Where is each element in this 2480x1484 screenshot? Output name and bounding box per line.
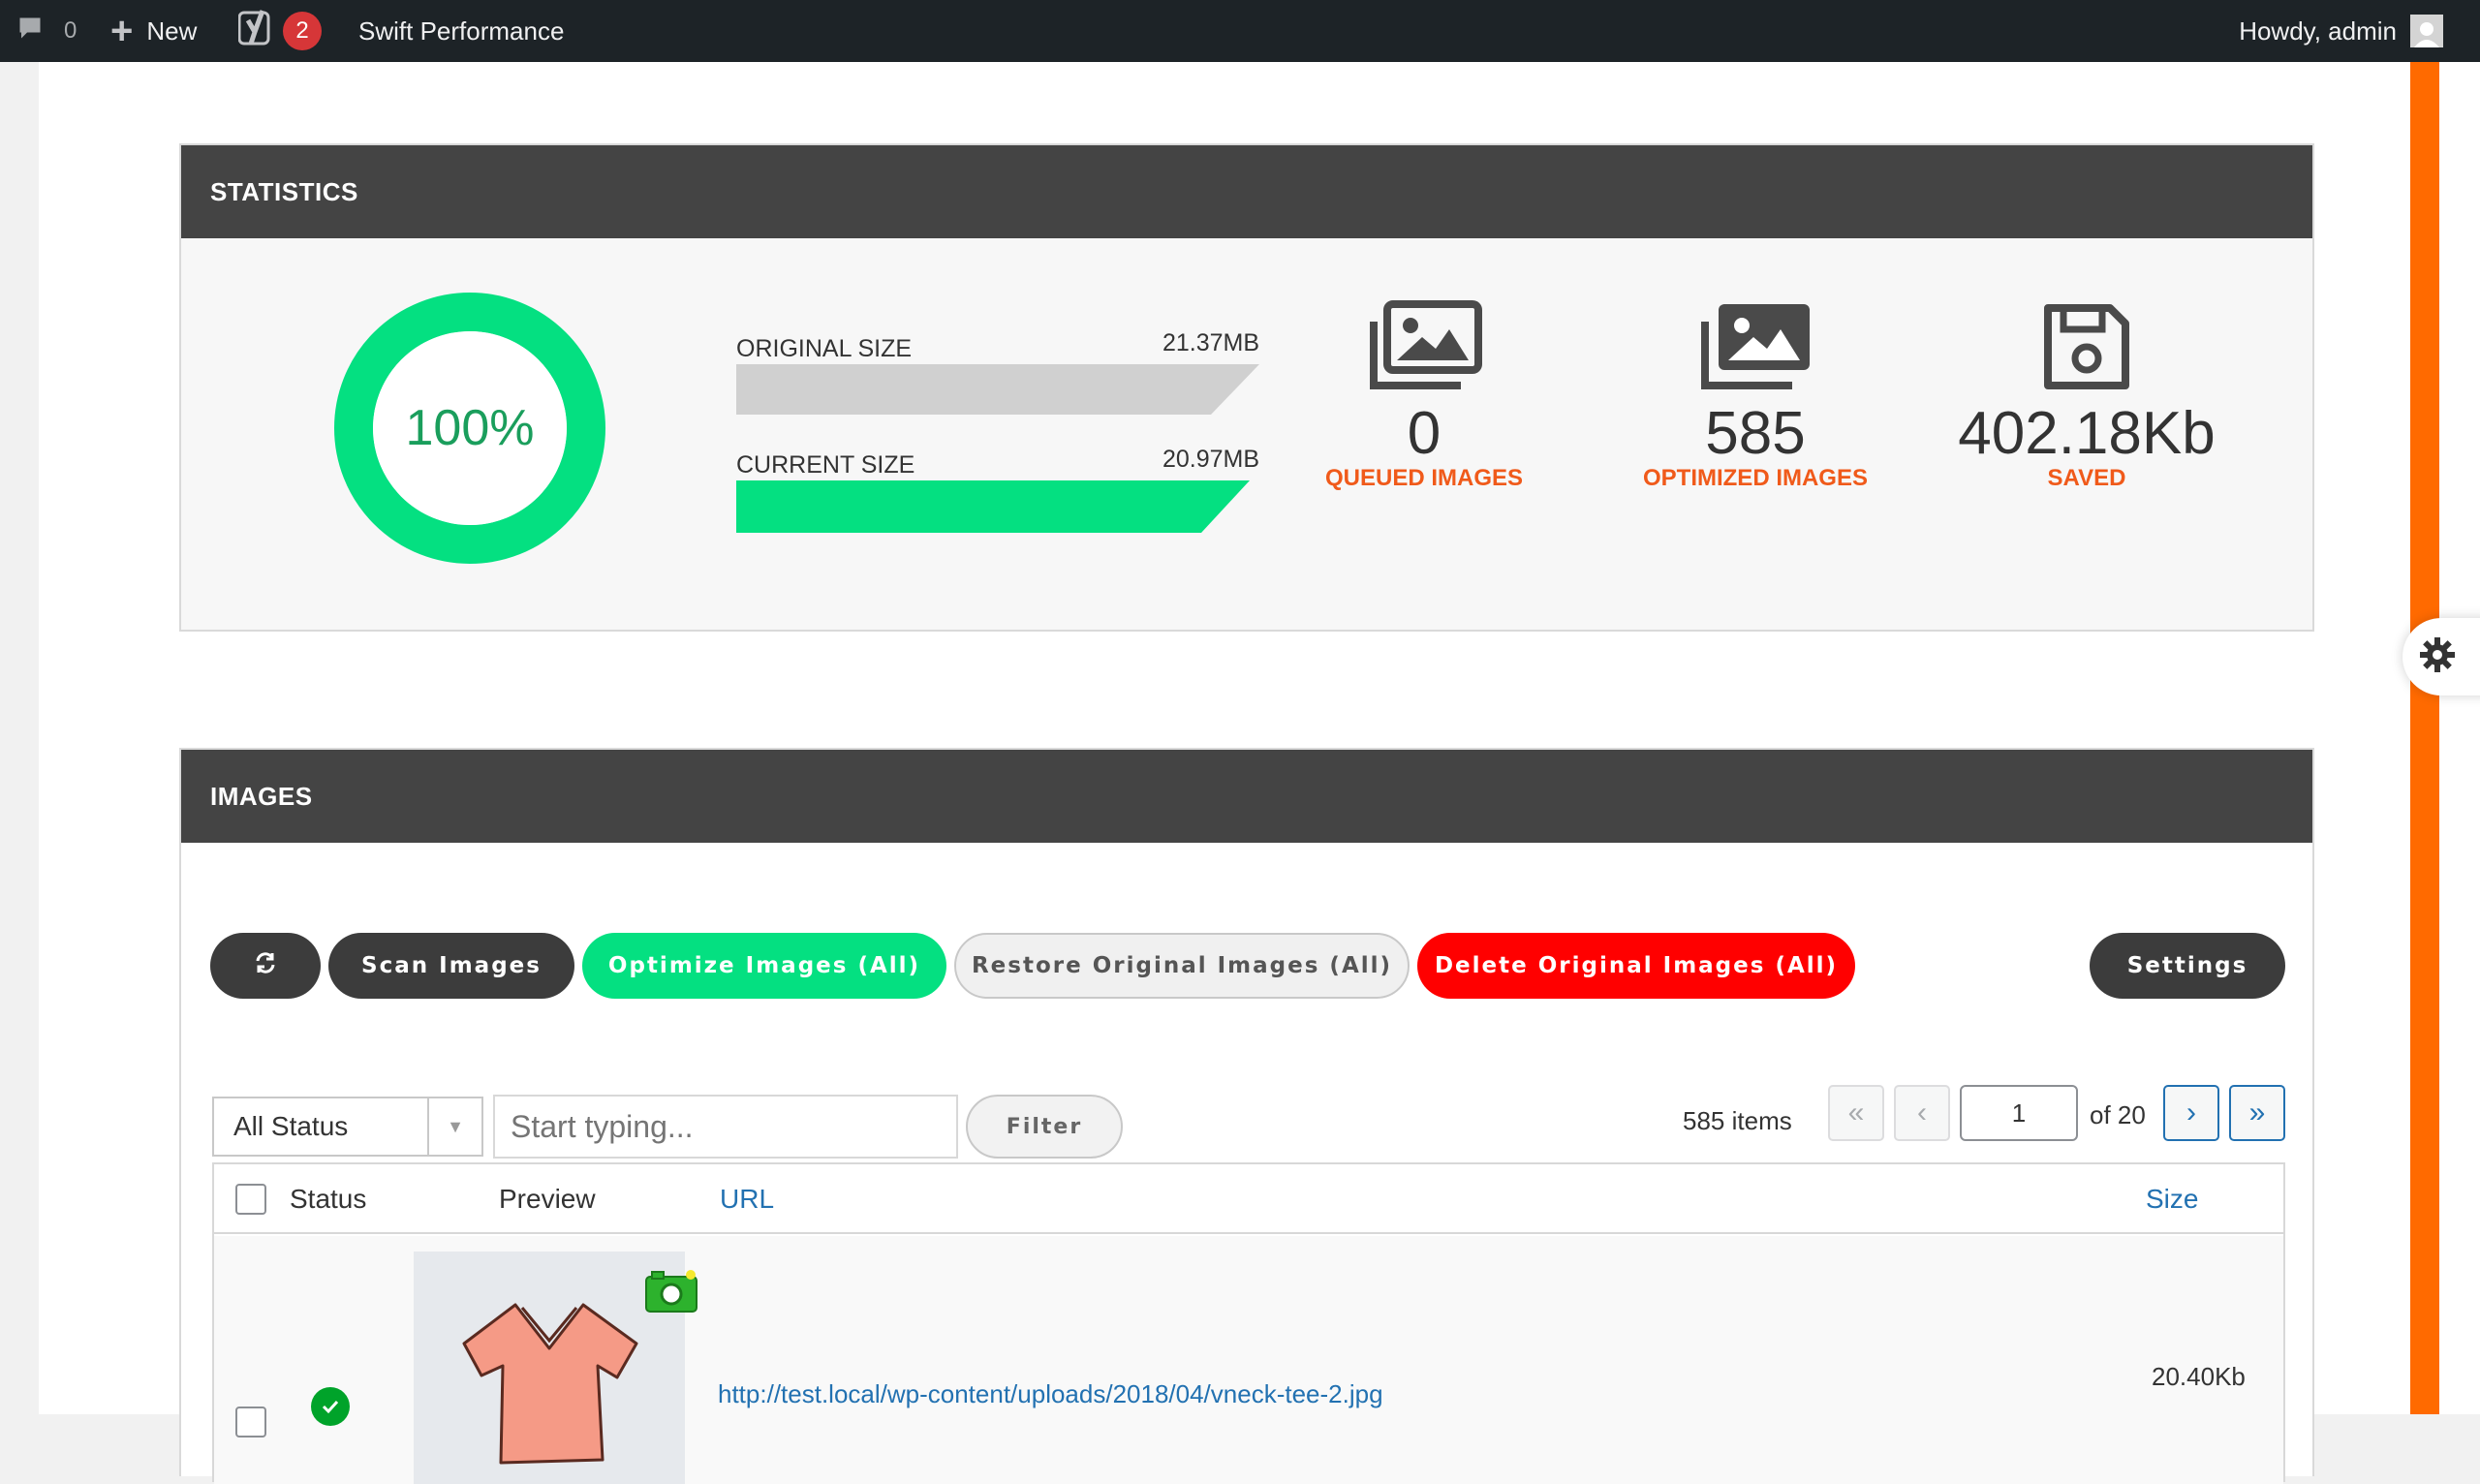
column-url[interactable]: URL [720, 1184, 774, 1215]
total-pages: of 20 [2090, 1100, 2146, 1129]
table-row: http://test.local/wp-content/uploads/201… [214, 1236, 2283, 1484]
column-size[interactable]: Size [2146, 1184, 2198, 1215]
restore-all-button[interactable]: Restore Original Images (All) [954, 933, 1410, 999]
settings-button[interactable]: Settings [2090, 933, 2285, 999]
right-gutter [2439, 62, 2480, 1414]
refresh-button[interactable] [210, 933, 321, 999]
queued-label: QUEUED IMAGES [1324, 465, 1524, 492]
table-header: Status Preview URL Size [214, 1164, 2283, 1234]
camera-icon[interactable] [644, 1269, 698, 1318]
admin-bar: 0 + New 2 Swift Performance Howdy, admin [0, 0, 2480, 62]
statistics-panel: STATISTICS 100% ORIGINAL SIZE 21.37MB CU… [179, 143, 2314, 632]
avatar [2410, 15, 2443, 47]
column-preview: Preview [499, 1184, 596, 1214]
gear-icon [2418, 635, 2457, 679]
original-size-block: ORIGINAL SIZE 21.37MB [736, 329, 1259, 415]
saved-label: SAVED [2047, 465, 2126, 492]
saved-card: 402.18Kb SAVED [1932, 300, 2242, 492]
next-page-button[interactable]: › [2163, 1085, 2219, 1141]
content-area: STATISTICS 100% ORIGINAL SIZE 21.37MB CU… [39, 62, 2410, 1484]
optimize-all-button[interactable]: Optimize Images (All) [582, 933, 946, 999]
images-table: Status Preview URL Size http://test.loca… [212, 1162, 2285, 1484]
admin-bar-yoast[interactable]: 2 [237, 0, 322, 62]
last-page-button[interactable]: » [2229, 1085, 2285, 1141]
admin-bar-new[interactable]: + New [110, 0, 197, 62]
first-page-button[interactable]: « [1828, 1085, 1884, 1141]
refresh-icon [254, 951, 277, 980]
images-panel: IMAGES Scan Images Optimize Images (All)… [179, 748, 2314, 1484]
admin-bar-site-name[interactable]: Swift Performance [358, 0, 564, 62]
queued-images-card: 0 QUEUED IMAGES [1269, 300, 1579, 492]
current-size-value: 20.97MB [1162, 446, 1259, 473]
items-count: 585 items [1683, 1106, 1792, 1135]
optimized-label: OPTIMIZED IMAGES [1642, 465, 1868, 492]
saved-value: 402.18Kb [1958, 400, 2216, 467]
image-size: 20.40Kb [2152, 1362, 2246, 1391]
filter-button[interactable]: Filter [966, 1095, 1123, 1159]
optimized-check-icon [311, 1387, 350, 1426]
images-stack-icon [1697, 304, 1814, 397]
select-all-checkbox[interactable] [235, 1184, 266, 1215]
current-page-input[interactable] [1960, 1085, 2078, 1141]
current-size-block: CURRENT SIZE 20.97MB [736, 446, 1259, 533]
images-title: IMAGES [181, 750, 2312, 843]
search-input[interactable] [493, 1095, 958, 1159]
yoast-notification-badge: 2 [283, 12, 322, 50]
row-checkbox[interactable] [235, 1407, 266, 1438]
yoast-icon [237, 9, 273, 54]
floppy-disk-icon [2040, 304, 2133, 397]
current-size-label: CURRENT SIZE [736, 451, 915, 479]
settings-gear-tab[interactable] [2402, 618, 2480, 696]
status-filter-value: All Status [233, 1111, 349, 1141]
new-label: New [146, 15, 198, 46]
original-size-bar [736, 364, 1259, 415]
optimized-images-card: 585 OPTIMIZED IMAGES [1600, 300, 1910, 492]
original-size-label: ORIGINAL SIZE [736, 335, 913, 362]
current-size-bar [736, 480, 1250, 533]
admin-bar-comments[interactable]: 0 [16, 0, 77, 62]
howdy-label: Howdy, admin [2239, 15, 2397, 46]
original-size-value: 21.37MB [1162, 329, 1259, 356]
chevron-down-icon: ▼ [427, 1098, 481, 1155]
image-url-link[interactable]: http://test.local/wp-content/uploads/201… [718, 1379, 1383, 1409]
comment-icon [16, 14, 45, 49]
progress-donut: 100% [333, 292, 606, 570]
scan-images-button[interactable]: Scan Images [328, 933, 574, 999]
statistics-title: STATISTICS [181, 145, 2312, 238]
comments-count: 0 [64, 17, 78, 44]
images-stack-icon [1366, 300, 1482, 397]
status-filter-select[interactable]: All Status ▼ [212, 1097, 483, 1157]
queued-count: 0 [1407, 400, 1442, 467]
column-status: Status [290, 1184, 367, 1214]
site-name-label: Swift Performance [358, 15, 565, 46]
admin-bar-account[interactable]: Howdy, admin [2239, 0, 2443, 62]
side-accent-bar [2410, 62, 2439, 1414]
donut-percent: 100% [405, 400, 535, 456]
plus-icon: + [110, 10, 134, 52]
prev-page-button[interactable]: ‹ [1894, 1085, 1950, 1141]
delete-originals-button[interactable]: Delete Original Images (All) [1417, 933, 1855, 999]
optimized-count: 585 [1705, 400, 1806, 467]
